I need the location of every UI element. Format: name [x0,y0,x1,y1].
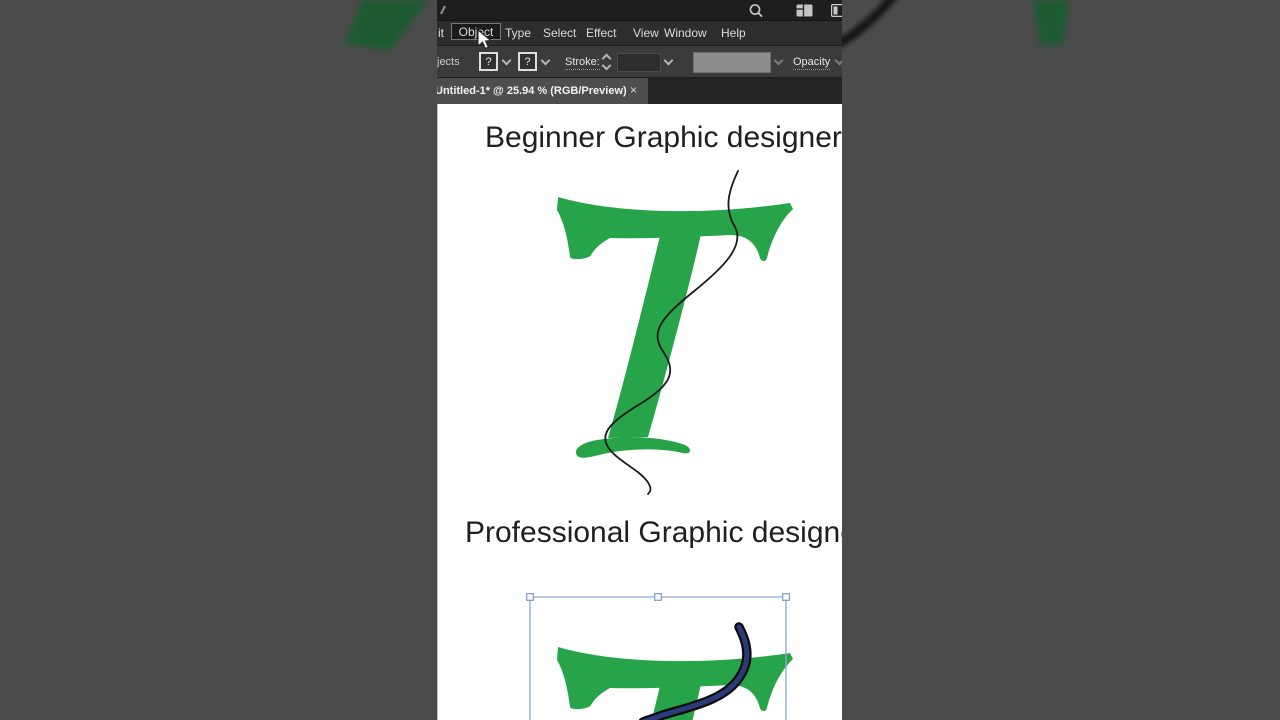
blurred-green-shape-left [345,0,428,50]
artwork-layer [526,170,793,720]
fill-dropdown-chevron-icon[interactable] [501,55,512,66]
workspace-switcher-icon[interactable] [796,4,813,17]
menu-item-view[interactable]: View [633,26,659,40]
stroke-weight-field[interactable] [617,53,661,72]
opacity-label[interactable]: Opacity [793,56,831,70]
fill-swatch-value: ? [485,55,492,68]
stroke-swatch-button[interactable]: ? [518,52,537,71]
control-bar: jects ? ? Stroke: Opacity [437,46,842,78]
blurred-curve-right [831,0,897,51]
illustrator-window: it Object Type Select Effect View Window… [437,0,842,720]
handle-top-right[interactable] [782,593,790,601]
menu-item-object[interactable]: Object [451,23,501,40]
artboard: Beginner Graphic designer Professional G… [437,104,842,720]
fill-swatch-button[interactable]: ? [479,52,498,71]
stroke-dropdown-chevron-icon[interactable] [540,55,551,66]
width-profile-chevron-icon[interactable] [773,55,784,66]
opacity-chevron-icon[interactable] [834,55,842,66]
stroke-weight-label[interactable]: Stroke: [565,56,600,70]
menubar: it Object Type Select Effect View Window… [437,21,842,46]
titlebar [437,0,842,21]
blurred-green-shape-right [1033,0,1069,45]
menu-item-select[interactable]: Select [543,26,576,40]
menu-item-edit-partial[interactable]: it [438,26,444,40]
width-profile-field[interactable] [693,52,771,73]
stroke-swatch-value: ? [524,55,531,68]
document-tabbar: Untitled-1* @ 25.94 % (RGB/Preview) × [437,78,842,104]
stroke-weight-chevron-icon[interactable] [663,55,674,66]
selection-type-label: jects [437,56,460,68]
partial-icon [440,5,446,15]
handle-top-left[interactable] [526,593,534,601]
handle-top-center[interactable] [654,593,662,601]
stroke-stepper-down-icon[interactable] [601,60,612,71]
menu-item-window[interactable]: Window [664,26,707,40]
menu-item-effect[interactable]: Effect [586,26,616,40]
tab-close-icon[interactable]: × [630,83,637,97]
document-tab[interactable]: Untitled-1* @ 25.94 % (RGB/Preview) × [437,78,648,104]
video-frame: it Object Type Select Effect View Window… [0,0,1280,720]
document-tab-title: Untitled-1* @ 25.94 % (RGB/Preview) [437,85,627,97]
search-icon[interactable] [748,3,764,19]
mouse-cursor [477,29,493,50]
menu-item-help[interactable]: Help [721,26,746,40]
panel-icon[interactable] [831,4,842,17]
menu-item-type[interactable]: Type [505,26,531,40]
letter-t-beginner[interactable] [557,197,793,458]
